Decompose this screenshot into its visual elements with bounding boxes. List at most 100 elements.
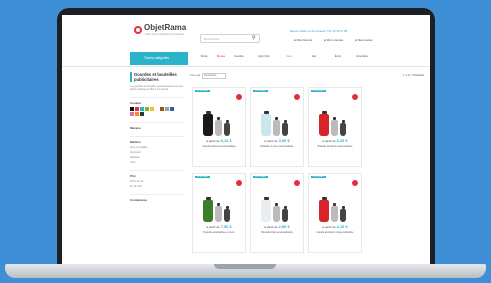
laptop-notch <box>214 264 276 269</box>
page-links[interactable]: < 1 2 > <box>403 73 412 77</box>
site-tagline: Votre objet publicitaire personnalisé <box>145 33 185 36</box>
color-swatch[interactable] <box>160 107 164 111</box>
product-name[interactable]: Bouteille aluminium personnalisée <box>312 146 358 149</box>
cart-link[interactable]: Mon panier <box>355 38 373 42</box>
promo-badge-icon <box>294 94 300 100</box>
nav-item[interactable]: Sacs <box>281 55 297 58</box>
product-image <box>273 203 280 222</box>
filter-color[interactable]: Couleur <box>130 97 184 105</box>
product-image <box>319 197 329 222</box>
color-swatch[interactable] <box>170 107 174 111</box>
promo-badge-icon <box>352 180 358 186</box>
product-image <box>224 206 230 222</box>
price-prefix: à partir de <box>264 139 278 143</box>
price-prefix: à partir de <box>206 139 220 143</box>
nav-item[interactable]: Eté <box>306 55 322 58</box>
price-prefix: à partir de <box>322 225 336 229</box>
product-name[interactable]: Gourde aluminium rouge publicitaire <box>312 232 358 235</box>
nav-item[interactable]: Goodies <box>231 55 247 58</box>
color-swatch[interactable] <box>150 107 154 111</box>
product-image <box>224 120 230 136</box>
product-image <box>203 197 213 222</box>
product-card[interactable]: NOUVEAU à partir de 6,25 € Bouteille alumi… <box>308 87 362 167</box>
price-value: 3,90 € <box>278 138 290 143</box>
filter-price[interactable]: Prix <box>130 170 184 178</box>
color-swatch[interactable] <box>130 112 134 116</box>
nav-item[interactable]: Écolo <box>330 55 346 58</box>
product-card[interactable]: NOUVEAU à partir de 2,80 € Bouteille trita… <box>250 173 304 253</box>
product-name[interactable]: Bouteille sérigraphiée en verre <box>196 232 242 235</box>
product-name[interactable]: Gourde isotherme personnalisée <box>196 146 242 149</box>
price-value: 5,12 € <box>220 138 232 143</box>
color-swatch[interactable] <box>135 112 139 116</box>
favorites-link[interactable]: Mes favoris <box>294 38 312 42</box>
filter-option[interactable]: Acier inoxydable <box>130 146 184 149</box>
new-badge: NOUVEAU <box>311 90 326 92</box>
header-links: Mes favoris Mon compte Mon panier <box>294 38 373 42</box>
page-label: Produits <box>412 73 424 77</box>
new-badge: NOUVEAU <box>195 90 210 92</box>
filter-material[interactable]: Matière <box>130 136 184 144</box>
nav-item[interactable]: Ustensiles <box>354 55 370 58</box>
filter-option[interactable]: De 1€ à 5€ <box>130 185 184 188</box>
promo-badge-icon <box>236 180 242 186</box>
color-swatch[interactable] <box>135 107 139 111</box>
product-price: à partir de 2,80 € <box>251 224 303 229</box>
sort-select[interactable]: Pertinence <box>202 73 226 79</box>
browser-screen: ObjetRama Votre objet publicitaire perso… <box>62 15 430 264</box>
filter-capacity[interactable]: Contenance <box>130 194 184 202</box>
price-prefix: à partir de <box>206 225 220 229</box>
new-badge: NOUVEAU <box>253 90 268 92</box>
filter-option[interactable]: Aluminium <box>130 151 184 154</box>
product-card[interactable]: NOUVEAU à partir de 3,90 € Bouteille en ve… <box>250 87 304 167</box>
help-banner: Besoin d'aide ou de conseils ? 01 23 45 … <box>290 29 348 33</box>
color-swatch[interactable] <box>130 107 134 111</box>
product-image <box>261 197 271 222</box>
color-swatches <box>130 107 178 116</box>
price-value: 4,15 € <box>336 224 348 229</box>
color-swatch[interactable] <box>140 112 144 116</box>
product-price: à partir de 6,25 € <box>309 138 361 143</box>
product-price: à partir de 3,90 € <box>251 138 303 143</box>
product-image <box>273 117 280 136</box>
filter-option[interactable]: Verre <box>130 161 184 164</box>
color-swatch[interactable] <box>145 107 149 111</box>
color-swatch[interactable] <box>165 107 169 111</box>
nav-item[interactable]: Bureau <box>213 55 229 58</box>
search-input[interactable]: Rechercher <box>200 34 260 43</box>
site-header: ObjetRama Votre objet publicitaire perso… <box>62 15 430 43</box>
product-card[interactable]: NOUVEAU à partir de 7,50 € Bouteille sérig… <box>192 173 246 253</box>
product-image <box>340 206 346 222</box>
promo-badge-icon <box>294 180 300 186</box>
filter-option[interactable]: Moins de 1€ <box>130 180 184 183</box>
new-badge: NOUVEAU <box>195 176 210 178</box>
nav-item[interactable]: High-Tech <box>256 55 272 58</box>
product-image <box>215 117 222 136</box>
product-card[interactable]: NOUVEAU à partir de 4,15 € Gourde aluminiu… <box>308 173 362 253</box>
product-image <box>215 203 222 222</box>
product-card[interactable]: NOUVEAU à partir de 5,12 € Gourde isotherm… <box>192 87 246 167</box>
logo-icon[interactable] <box>134 26 142 34</box>
color-swatch[interactable] <box>140 107 144 111</box>
color-swatch[interactable] <box>155 107 159 111</box>
product-price: à partir de 4,15 € <box>309 224 361 229</box>
nav-item[interactable]: Textile <box>196 55 212 58</box>
product-name[interactable]: Bouteille en verre personnalisée <box>254 146 300 149</box>
price-prefix: à partir de <box>322 139 336 143</box>
new-badge: NOUVEAU <box>311 176 326 178</box>
product-name[interactable]: Bouteille tritan personnalisable <box>254 232 300 235</box>
new-badge: NOUVEAU <box>253 176 268 178</box>
account-link[interactable]: Mon compte <box>324 38 344 42</box>
product-image <box>331 117 338 136</box>
search-icon[interactable]: ⚲ <box>252 35 256 41</box>
product-price: à partir de 7,50 € <box>193 224 245 229</box>
pagination[interactable]: < 1 2 > Produits <box>403 73 424 77</box>
site-logo[interactable]: ObjetRama <box>144 23 186 32</box>
filter-brand[interactable]: Marque <box>130 122 184 130</box>
product-image <box>203 111 213 136</box>
category-description: Les gourdes et bouteilles personnalisées… <box>130 85 184 91</box>
category-title: Gourdes et bouteilles publicitaires <box>130 72 184 82</box>
categories-button[interactable]: Toutes catégories <box>130 52 188 65</box>
product-price: à partir de 5,12 € <box>193 138 245 143</box>
filter-option[interactable]: Plastique <box>130 156 184 159</box>
